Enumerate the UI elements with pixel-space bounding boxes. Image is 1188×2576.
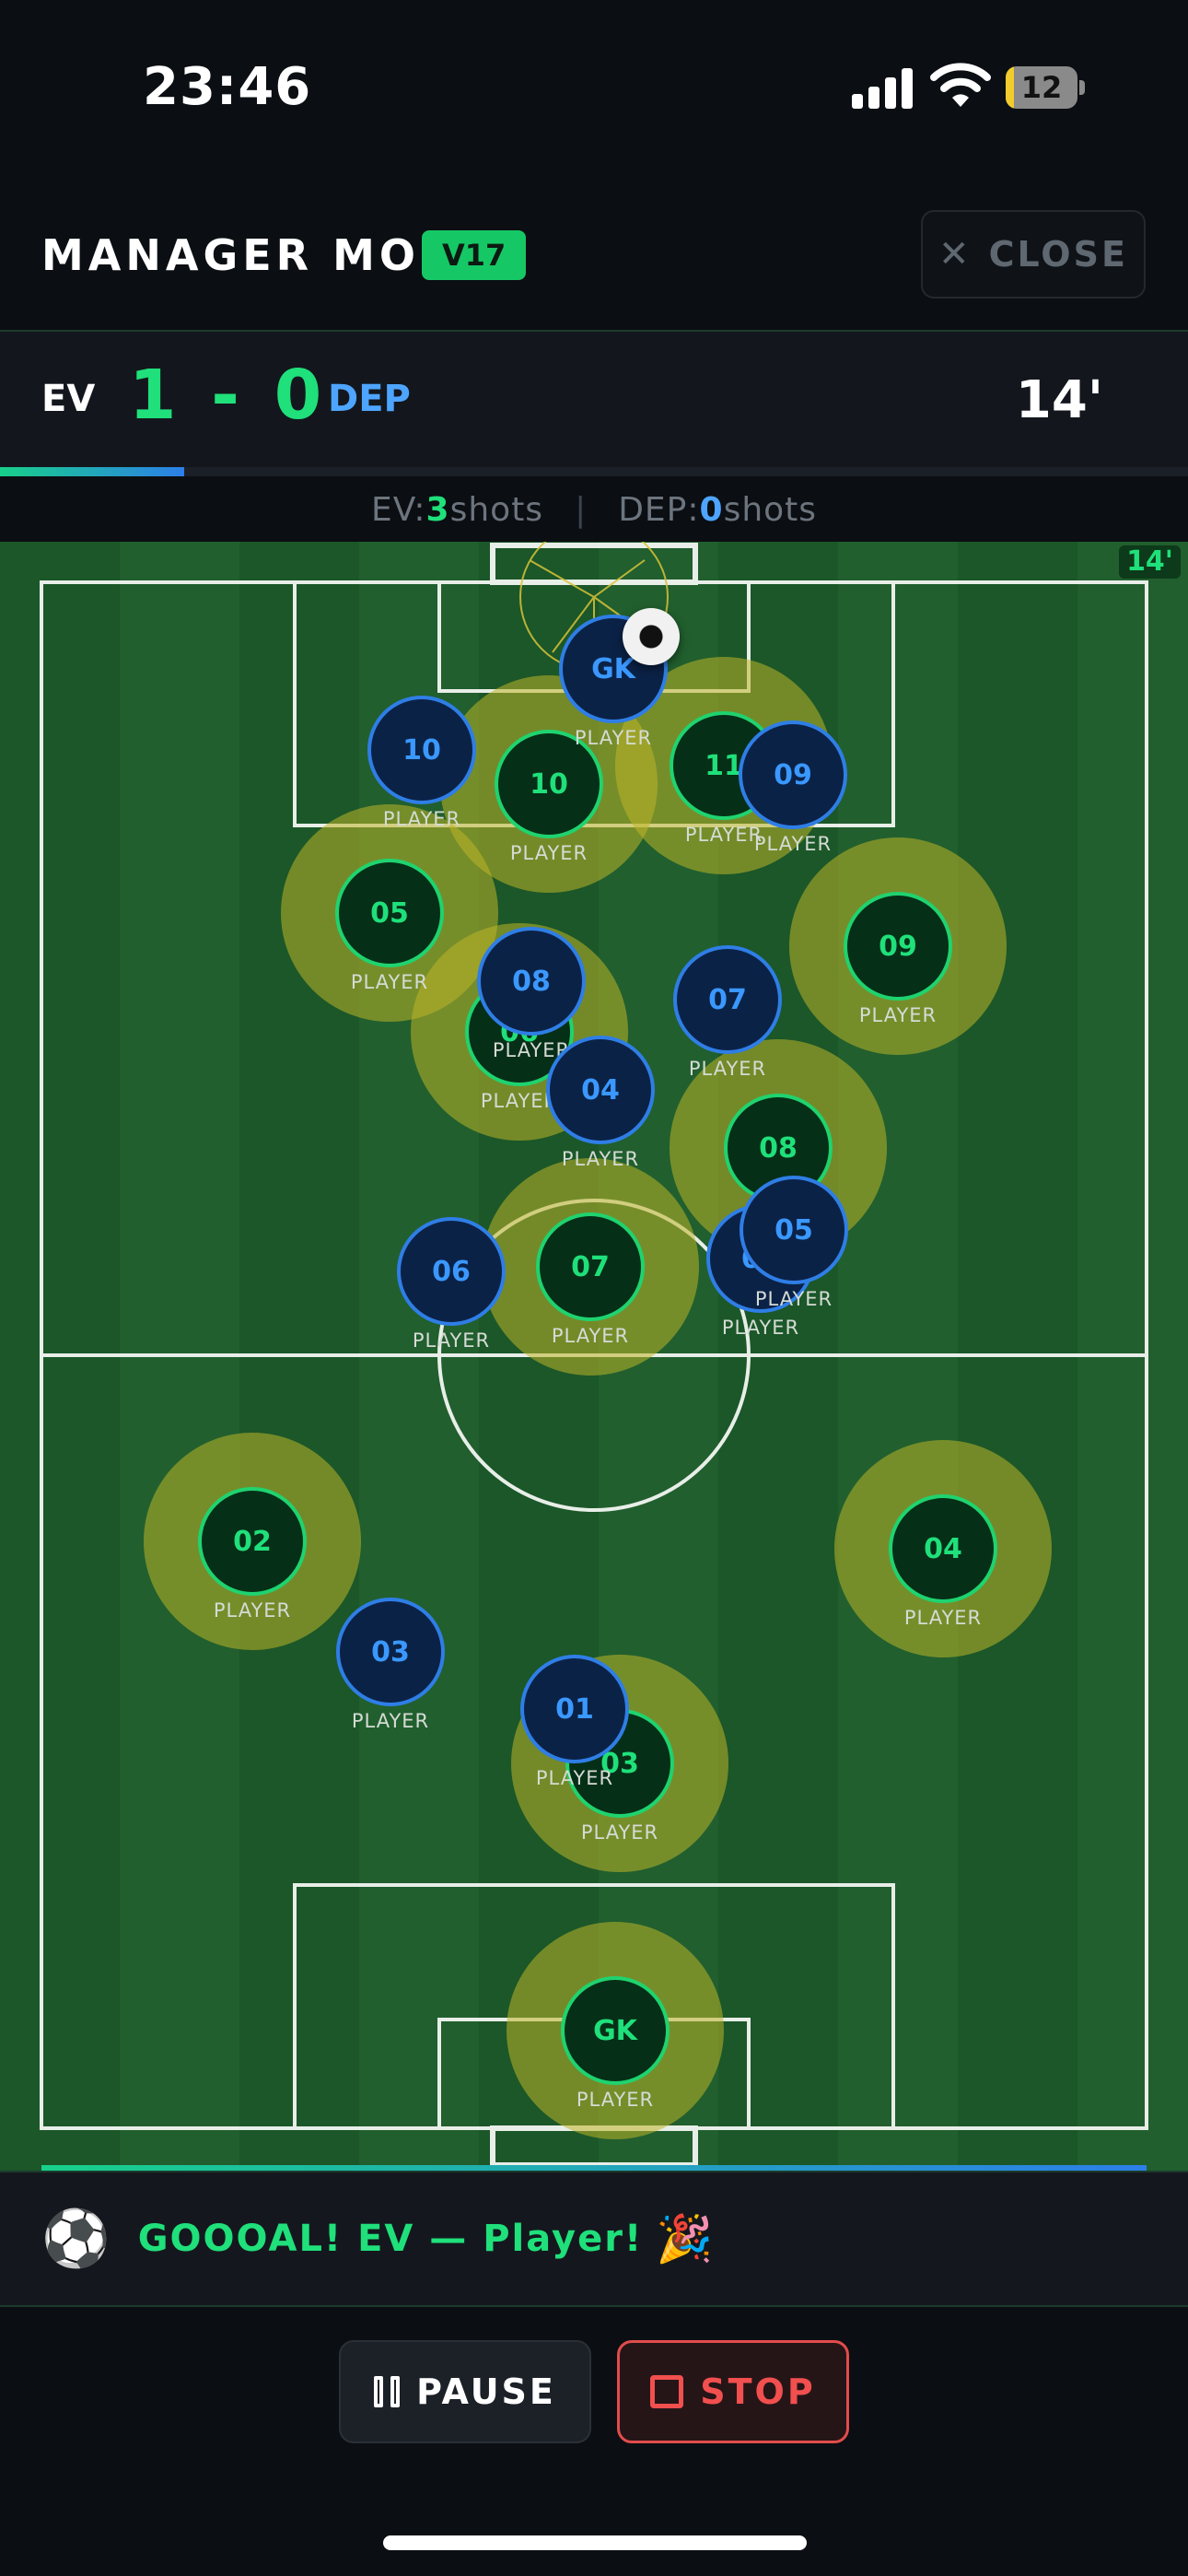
player-number: 07 — [536, 1212, 645, 1321]
wifi-icon — [930, 63, 991, 107]
player-number: 09 — [739, 720, 847, 829]
player-name: PLAYER — [688, 1058, 767, 1080]
player-name: PLAYER — [551, 1325, 630, 1347]
away-player-6[interactable]: 04 PLAYER — [546, 1036, 655, 1174]
home-indicator[interactable] — [383, 2535, 807, 2550]
player-name: PLAYER — [576, 2089, 655, 2111]
score: 1 - 0 — [129, 356, 328, 435]
player-name: PLAYER — [509, 842, 588, 864]
player-number: 08 — [477, 927, 586, 1036]
player-number: 09 — [844, 892, 952, 1001]
away-player-10[interactable]: 03 PLAYER — [336, 1598, 445, 1736]
home-player-4[interactable]: 09 PLAYER — [844, 892, 952, 1030]
match-progress-fill — [0, 467, 184, 476]
match-clock: 14' — [1015, 370, 1103, 430]
stop-icon — [650, 2375, 684, 2408]
player-name: PLAYER — [535, 1767, 614, 1789]
away-shots-count: 0 — [699, 490, 724, 529]
player-number: 03 — [336, 1598, 445, 1706]
player-number: 05 — [335, 859, 444, 967]
player-number: 01 — [520, 1655, 629, 1763]
away-shots-unit: shots — [723, 490, 818, 529]
header: MANAGER MODE V17 ✕ CLOSE — [0, 175, 1188, 332]
player-number: 04 — [889, 1494, 997, 1603]
home-player-11[interactable]: GK PLAYER — [561, 1976, 670, 2114]
player-name: PLAYER — [561, 1148, 640, 1170]
close-icon: ✕ — [938, 233, 973, 275]
soccer-ball-icon: ⚽ — [41, 2207, 111, 2271]
event-text: GOOOAL! EV — Player! — [137, 2218, 644, 2260]
status-time: 23:46 — [143, 57, 312, 117]
away-player-11[interactable]: 01 PLAYER — [520, 1655, 629, 1793]
player-name: PLAYER — [382, 808, 461, 830]
player-number: 10 — [367, 696, 476, 804]
player-name: PLAYER — [858, 1004, 938, 1026]
shots-separator: | — [575, 490, 588, 529]
event-banner: ⚽ GOOOAL! EV — Player! 🎉 — [0, 2171, 1188, 2307]
player-name: PLAYER — [754, 1288, 833, 1310]
home-shots-label: EV: — [370, 490, 426, 529]
player-name: PLAYER — [574, 727, 653, 749]
player-number: 07 — [673, 945, 782, 1054]
close-label: CLOSE — [988, 234, 1128, 275]
away-player-2[interactable]: 10 PLAYER — [367, 696, 476, 834]
player-name: PLAYER — [350, 971, 429, 993]
app-screen: 23:46 12 MANAGER MODE V17 ✕ CLOSE EV 1 -… — [0, 0, 1188, 2576]
status-bar: 23:46 12 — [0, 0, 1188, 175]
away-player-5[interactable]: 07 PLAYER — [673, 945, 782, 1083]
player-name: PLAYER — [753, 833, 833, 855]
signal-icon — [852, 66, 913, 109]
stop-button[interactable]: STOP — [617, 2340, 849, 2443]
pitch[interactable]: 14' 10PLAYER11PLAYER05PLAYER09PLAYER06PL… — [0, 542, 1188, 2171]
home-shots-unit: shots — [449, 490, 544, 529]
ball-icon — [623, 608, 680, 665]
pause-icon — [374, 2376, 401, 2407]
away-player-3[interactable]: 09 PLAYER — [739, 720, 847, 859]
pitch-clock-tag: 14' — [1119, 545, 1181, 579]
player-name: PLAYER — [412, 1329, 491, 1352]
away-team-abbr: DEP — [328, 378, 411, 420]
player-name: PLAYER — [213, 1599, 292, 1622]
stop-label: STOP — [700, 2371, 816, 2412]
player-number: 05 — [740, 1176, 848, 1284]
player-number: 04 — [546, 1036, 655, 1144]
away-shots-label: DEP: — [618, 490, 700, 529]
player-name: PLAYER — [351, 1710, 430, 1732]
match-progress-bar — [0, 467, 1188, 476]
home-player-3[interactable]: 05 PLAYER — [335, 859, 444, 997]
player-number: 02 — [198, 1487, 307, 1596]
away-player-9[interactable]: 05 PLAYER — [740, 1176, 848, 1314]
home-shots-count: 3 — [425, 490, 450, 529]
party-popper-icon: 🎉 — [656, 2211, 714, 2266]
player-number: 06 — [397, 1217, 506, 1326]
home-player-7[interactable]: 07 PLAYER — [536, 1212, 645, 1351]
version-badge: V17 — [422, 230, 527, 280]
home-player-9[interactable]: 04 PLAYER — [889, 1494, 997, 1633]
away-player-7[interactable]: 06 PLAYER — [397, 1217, 506, 1355]
player-name: PLAYER — [721, 1317, 800, 1339]
battery-icon: 12 — [1006, 66, 1085, 109]
home-team-abbr: EV — [41, 378, 96, 420]
pause-button[interactable]: PAUSE — [339, 2340, 591, 2443]
close-button[interactable]: ✕ CLOSE — [921, 210, 1146, 299]
player-name: PLAYER — [580, 1821, 659, 1844]
scoreboard: EV 1 - 0 DEP 14' — [0, 332, 1188, 476]
player-number: GK — [561, 1976, 670, 2085]
battery-level: 12 — [1020, 70, 1063, 105]
home-player-8[interactable]: 02 PLAYER — [198, 1487, 307, 1625]
player-name: PLAYER — [903, 1607, 983, 1629]
pause-label: PAUSE — [416, 2371, 556, 2412]
shots-summary: EV: 3 shots | DEP: 0 shots — [0, 477, 1188, 542]
